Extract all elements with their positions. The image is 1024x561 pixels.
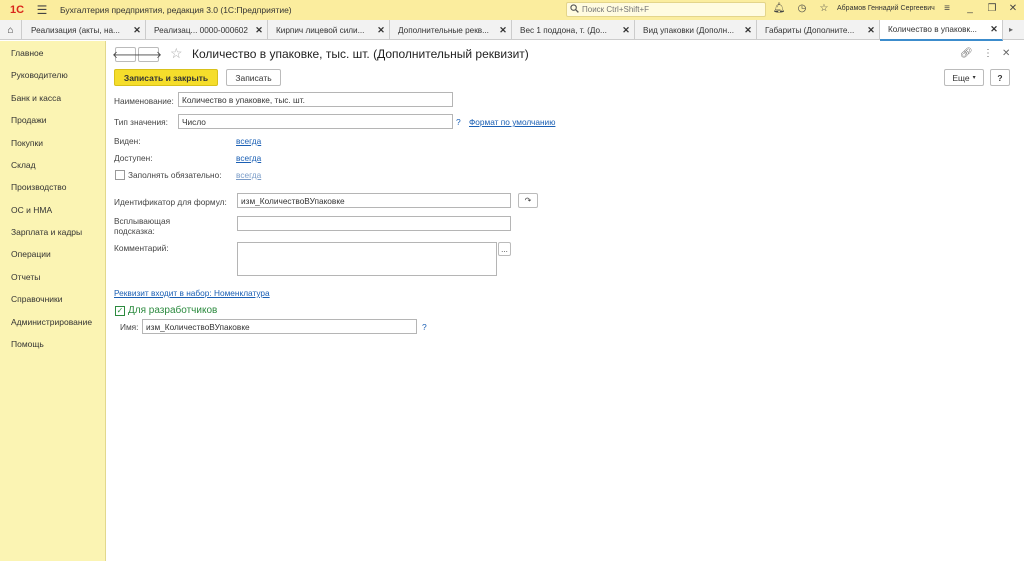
format-default-link[interactable]: Формат по умолчанию <box>469 117 555 127</box>
required-link[interactable]: всегда <box>236 170 261 180</box>
app-title: Бухгалтерия предприятия, редакция 3.0 (1… <box>60 5 292 15</box>
tab-item[interactable]: Дополнительные рекв... ✕ <box>390 20 512 40</box>
tabs-scroll-icon[interactable]: ▸ <box>1009 25 1013 34</box>
visible-label: Виден: <box>114 136 141 146</box>
tooltip-field[interactable] <box>237 216 511 231</box>
sidebar-item-operations[interactable]: Операции <box>11 249 51 259</box>
comment-label: Комментарий: <box>114 243 169 253</box>
sidebar-item-sales[interactable]: Продажи <box>11 115 47 125</box>
save-button[interactable]: Записать <box>226 69 281 86</box>
required-label: Заполнять обязательно: <box>128 170 222 180</box>
sidebar-item-bank[interactable]: Банк и касса <box>11 93 61 103</box>
save-and-close-button[interactable]: Записать и закрыть <box>114 69 218 86</box>
close-window-icon[interactable]: ✕ <box>1006 3 1020 14</box>
sidebar-item-main[interactable]: Главное <box>11 48 43 58</box>
type-field[interactable]: Число <box>178 114 453 129</box>
home-icon[interactable]: ⌂ <box>0 20 22 40</box>
refresh-icon: ↷ <box>524 196 532 205</box>
tab-label: Реализац... 0000-000602 <box>154 25 248 35</box>
formula-id-field[interactable]: изм_КоличествоВУпаковке <box>237 193 511 208</box>
favorite-star-icon[interactable]: ☆ <box>170 45 183 62</box>
search-icon <box>570 4 579 15</box>
developers-group-title[interactable]: Для разработчиков <box>128 305 217 316</box>
close-tab-icon[interactable]: ✕ <box>742 25 754 36</box>
sidebar-item-help[interactable]: Помощь <box>11 339 44 349</box>
back-button[interactable]: 🡐 <box>112 47 139 62</box>
restore-icon[interactable]: ❐ <box>985 3 999 14</box>
required-checkbox[interactable] <box>115 170 125 180</box>
close-tab-icon[interactable]: ✕ <box>131 25 143 36</box>
title-bar: 1С ☰ Бухгалтерия предприятия, редакция 3… <box>0 0 1024 20</box>
sidebar-item-admin[interactable]: Администрирование <box>11 317 92 327</box>
chevron-down-icon: ▾ <box>972 75 976 81</box>
tab-item[interactable]: Кирпич лицевой сили... ✕ <box>268 20 390 40</box>
sidebar-item-production[interactable]: Производство <box>11 182 66 192</box>
tab-item[interactable]: Вид упаковки (Дополн... ✕ <box>635 20 757 40</box>
close-tab-icon[interactable]: ✕ <box>375 25 387 36</box>
dev-name-field[interactable]: изм_КоличествоВУпаковке <box>142 319 417 334</box>
tab-label: Вес 1 поддона, т. (До... <box>520 25 607 35</box>
more-button[interactable]: Еще ▾ <box>944 69 984 86</box>
minimize-icon[interactable]: _ <box>963 3 977 14</box>
main-menu-icon[interactable]: ☰ <box>34 3 50 17</box>
refresh-id-button[interactable]: ↷ <box>518 193 538 208</box>
sidebar-item-warehouse[interactable]: Склад <box>11 160 36 170</box>
page-title: Количество в упаковке, тыс. шт. (Дополни… <box>192 47 529 61</box>
bell-icon[interactable]: 🔔︎ <box>772 3 786 14</box>
help-button[interactable]: ? <box>990 69 1010 86</box>
app-logo: 1С <box>9 4 25 16</box>
history-icon[interactable]: ◷ <box>795 3 809 14</box>
available-label: Доступен: <box>114 153 153 163</box>
sidebar-item-assets[interactable]: ОС и НМА <box>11 205 52 215</box>
close-tab-icon[interactable]: ✕ <box>620 25 632 36</box>
visible-link[interactable]: всегда <box>236 136 261 146</box>
sidebar-item-catalogs[interactable]: Справочники <box>11 294 63 304</box>
tab-label: Дополнительные рекв... <box>398 25 489 35</box>
global-search[interactable] <box>566 2 766 17</box>
more-label: Еще <box>952 72 970 83</box>
available-link[interactable]: всегда <box>236 153 261 163</box>
sidebar-item-manager[interactable]: Руководителю <box>11 70 68 80</box>
tab-item-active[interactable]: Количество в упаковк... ✕ <box>880 20 1003 41</box>
tab-item[interactable]: Габариты (Дополните... ✕ <box>757 20 880 40</box>
tab-label: Кирпич лицевой сили... <box>276 25 365 35</box>
settings-menu-icon[interactable]: ≡ <box>940 3 954 14</box>
tab-label: Реализация (акты, на... <box>31 25 120 35</box>
close-tab-icon[interactable]: ✕ <box>988 24 1000 35</box>
name-label: Наименование: <box>114 96 174 106</box>
close-form-icon[interactable]: ✕ <box>1002 48 1010 59</box>
tabs-bar: ⌂ Реализация (акты, на... ✕ Реализац... 0… <box>0 20 1024 41</box>
comment-expand-button[interactable]: ... <box>498 242 511 256</box>
user-name[interactable]: Абрамов Геннадий Сергеевич <box>837 5 935 12</box>
close-tab-icon[interactable]: ✕ <box>253 25 265 36</box>
sidebar-item-reports[interactable]: Отчеты <box>11 272 40 282</box>
search-input[interactable] <box>582 5 752 14</box>
forward-button[interactable]: 🡒 <box>135 47 162 62</box>
dev-name-label: Имя: <box>120 322 139 332</box>
formula-id-label: Идентификатор для формул: <box>114 197 227 207</box>
tab-item[interactable]: Реализация (акты, на... ✕ <box>23 20 146 40</box>
more-vertical-icon[interactable]: ⋮ <box>983 48 993 59</box>
collapse-group-icon[interactable]: ✓ <box>115 306 125 316</box>
tab-item[interactable]: Реализац... 0000-000602 ✕ <box>146 20 268 40</box>
tab-label: Количество в упаковк... <box>888 25 977 34</box>
type-label: Тип значения: <box>114 117 168 127</box>
link-icon[interactable]: 🔗︎ <box>960 48 973 59</box>
comment-field[interactable] <box>237 242 497 276</box>
name-field[interactable]: Количество в упаковке, тыс. шт. <box>178 92 453 107</box>
tab-item[interactable]: Вес 1 поддона, т. (До... ✕ <box>512 20 635 40</box>
attribute-set-link[interactable]: Реквизит входит в набор: Номенклатура <box>114 288 270 298</box>
favorites-icon[interactable]: ☆ <box>817 3 831 14</box>
close-tab-icon[interactable]: ✕ <box>497 25 509 36</box>
sidebar: Главное Руководителю Банк и касса Продаж… <box>0 41 106 561</box>
sidebar-item-payroll[interactable]: Зарплата и кадры <box>11 227 82 237</box>
type-help-icon[interactable]: ? <box>456 117 461 127</box>
tab-label: Габариты (Дополните... <box>765 25 855 35</box>
tooltip-label: Всплывающая подсказка: <box>114 216 171 236</box>
dev-name-help-icon[interactable]: ? <box>422 322 427 332</box>
close-tab-icon[interactable]: ✕ <box>865 25 877 36</box>
sidebar-item-purchases[interactable]: Покупки <box>11 138 43 148</box>
form-area: 🡐 🡒 ☆ Количество в упаковке, тыс. шт. (Д… <box>106 41 1024 561</box>
tab-label: Вид упаковки (Дополн... <box>643 25 735 35</box>
